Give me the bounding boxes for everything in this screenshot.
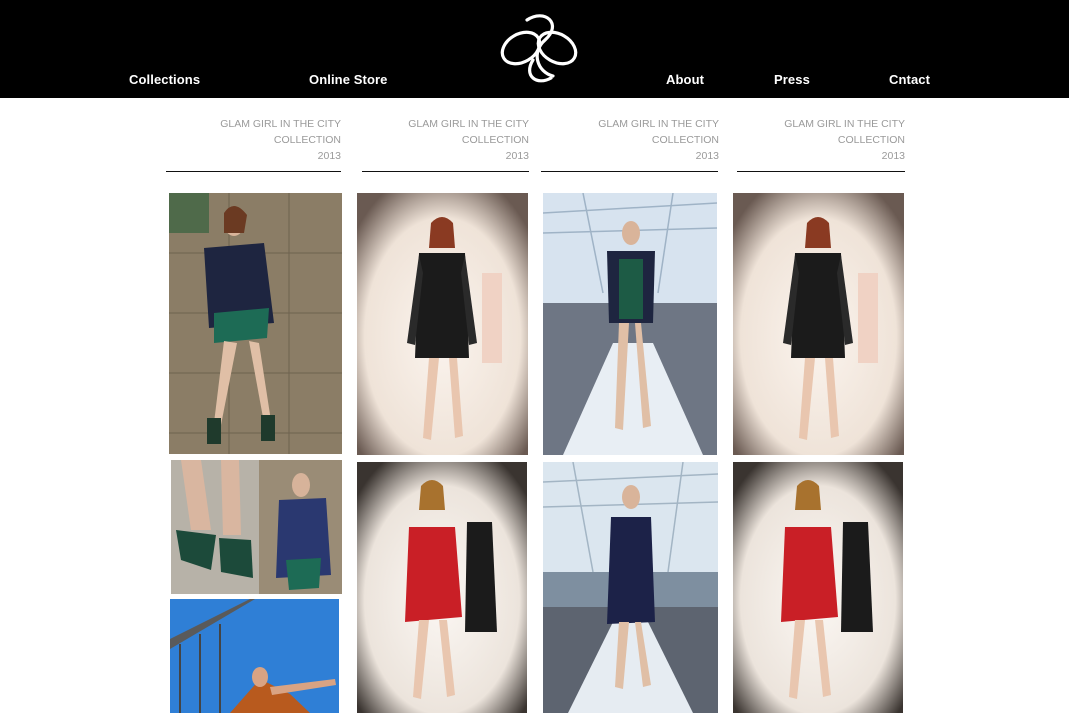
runway-photo-black-dress-alt[interactable]: [733, 193, 904, 455]
caption-divider: [737, 171, 905, 172]
caption-title: GLAM GIRL IN THE CITY: [220, 118, 341, 130]
caption-subtitle: COLLECTION: [273, 134, 341, 146]
caption-title: GLAM GIRL IN THE CITY: [408, 118, 529, 130]
header-bar: Collections Online Store About Press Cnt…: [0, 0, 1069, 98]
nav-about[interactable]: About: [666, 72, 704, 87]
caption-year: 2013: [695, 150, 719, 162]
collection-caption: GLAM GIRL IN THE CITY COLLECTION 2013: [579, 116, 719, 164]
nav-collections[interactable]: Collections: [129, 72, 200, 87]
caption-year: 2013: [505, 150, 529, 162]
caption-title: GLAM GIRL IN THE CITY: [598, 118, 719, 130]
lookbook-photo-detail[interactable]: [171, 460, 342, 594]
nav-press[interactable]: Press: [774, 72, 810, 87]
runway-photo-black-dress[interactable]: [357, 193, 528, 455]
collection-caption: GLAM GIRL IN THE CITY COLLECTION 2013: [765, 116, 905, 164]
caption-year: 2013: [881, 150, 905, 162]
caption-divider: [166, 171, 341, 172]
runway-photo-red-dress[interactable]: [357, 462, 527, 713]
caption-year: 2013: [317, 150, 341, 162]
runway-photo-tent-navy-dress[interactable]: [543, 462, 718, 713]
lookbook-photo-sky[interactable]: [170, 599, 339, 713]
caption-divider: [362, 171, 529, 172]
caption-title: GLAM GIRL IN THE CITY: [784, 118, 905, 130]
caption-subtitle: COLLECTION: [837, 134, 905, 146]
caption-divider: [541, 171, 718, 172]
lookbook-photo-wall[interactable]: [169, 193, 342, 454]
caption-subtitle: COLLECTION: [651, 134, 719, 146]
nav-online-store[interactable]: Online Store: [309, 72, 388, 87]
runway-photo-tent-jacket[interactable]: [543, 193, 717, 455]
collection-caption: GLAM GIRL IN THE CITY COLLECTION 2013: [389, 116, 529, 164]
nav-contact[interactable]: Cntact: [889, 72, 930, 87]
collection-caption: GLAM GIRL IN THE CITY COLLECTION 2013: [201, 116, 341, 164]
caption-subtitle: COLLECTION: [461, 134, 529, 146]
runway-photo-red-dress-alt[interactable]: [733, 462, 903, 713]
knot-logo-icon[interactable]: [497, 10, 581, 88]
